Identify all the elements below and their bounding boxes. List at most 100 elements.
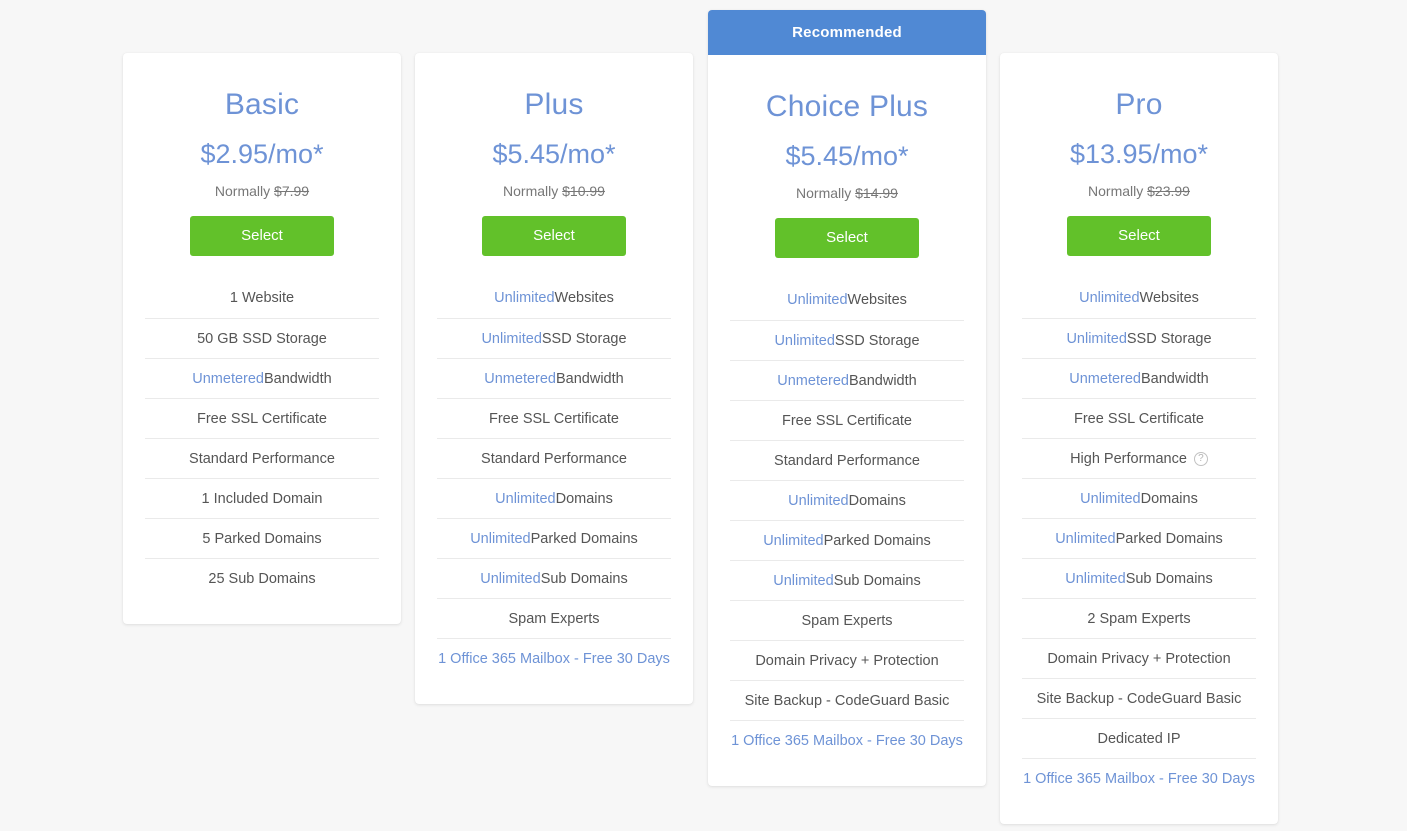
feature-link-row[interactable]: 1 Office 365 Mailbox - Free 30 Days (437, 638, 671, 678)
feature-row: Standard Performance (145, 438, 379, 478)
feature-label: Free SSL Certificate (1073, 410, 1204, 427)
feature-row: Unlimited Sub Domains (437, 558, 671, 598)
feature-row: Unlimited Sub Domains (730, 560, 964, 600)
feature-label: 1 Office 365 Mailbox - Free 30 Days (438, 650, 670, 667)
pricing-card-choice-plus: Recommended Choice Plus $5.45/mo* Normal… (708, 10, 986, 786)
feature-label: Sub Domains (540, 570, 628, 587)
feature-row: Unlimited Websites (730, 280, 964, 320)
feature-label: Bandwidth (556, 370, 624, 387)
normally-price: $10.99 (562, 183, 605, 199)
feature-row: Unlimited SSD Storage (730, 320, 964, 360)
help-icon[interactable]: ? (1193, 451, 1208, 466)
feature-row: High Performance? (1022, 438, 1256, 478)
feature-highlight: Unlimited (470, 530, 531, 547)
feature-label: Dedicated IP (1097, 730, 1181, 747)
pricing-table: Basic $2.95/mo* Normally $7.99 Select 1 … (0, 0, 1407, 831)
feature-row: Dedicated IP (1022, 718, 1256, 758)
feature-link-row[interactable]: 1 Office 365 Mailbox - Free 30 Days (1022, 758, 1256, 798)
select-button[interactable]: Select (482, 216, 626, 256)
feature-highlight: Unlimited (788, 492, 849, 509)
feature-label: 50 GB SSD Storage (197, 330, 327, 347)
select-button[interactable]: Select (775, 218, 919, 258)
feature-row: Domain Privacy + Protection (730, 640, 964, 680)
feature-row: 1 Website (145, 278, 379, 318)
feature-label: Standard Performance (189, 450, 335, 467)
card-header: Plus $5.45/mo* Normally $10.99 (415, 53, 693, 200)
feature-label: High Performance (1070, 450, 1187, 467)
feature-highlight: Unmetered (1069, 370, 1141, 387)
plan-name: Plus (524, 88, 584, 121)
select-button-wrap: Select (708, 218, 986, 280)
feature-label: 1 Website (229, 290, 295, 306)
feature-row: Site Backup - CodeGuard Basic (1022, 678, 1256, 718)
feature-highlight: Unlimited (774, 332, 835, 349)
feature-label: 1 Included Domain (201, 490, 323, 507)
feature-row: Unlimited SSD Storage (437, 318, 671, 358)
feature-row: Unlimited SSD Storage (1022, 318, 1256, 358)
plan-normal-price: Normally $23.99 (1000, 182, 1278, 200)
feature-highlight: Unlimited (1079, 290, 1140, 306)
feature-row: Standard Performance (437, 438, 671, 478)
normally-price: $23.99 (1147, 183, 1190, 199)
select-button[interactable]: Select (1067, 216, 1211, 256)
feature-row: 2 Spam Experts (1022, 598, 1256, 638)
feature-label: 25 Sub Domains (208, 570, 316, 587)
feature-row: Unmetered Bandwidth (1022, 358, 1256, 398)
feature-highlight: Unlimited (1066, 330, 1127, 347)
feature-label: Websites (554, 290, 614, 306)
feature-label: Site Backup - CodeGuard Basic (744, 692, 950, 709)
feature-label: Domains (555, 490, 613, 507)
normally-label: Normally (503, 183, 559, 199)
feature-row: Site Backup - CodeGuard Basic (730, 680, 964, 720)
feature-row: Spam Experts (437, 598, 671, 638)
feature-label: 5 Parked Domains (202, 530, 322, 547)
feature-label: Spam Experts (801, 612, 893, 629)
recommended-banner: Recommended (708, 10, 986, 55)
feature-row: Free SSL Certificate (145, 398, 379, 438)
feature-label: Websites (847, 292, 907, 308)
feature-list: Unlimited Websites Unlimited SSD Storage U… (415, 278, 693, 704)
card-header: Choice Plus $5.45/mo* Normally $14.99 (708, 55, 986, 202)
feature-label: Parked Domains (823, 532, 931, 549)
feature-label: Bandwidth (264, 370, 332, 387)
normally-label: Normally (214, 183, 271, 199)
feature-list: 1 Website 50 GB SSD Storage Unmetered Band… (123, 278, 401, 624)
feature-row: Free SSL Certificate (437, 398, 671, 438)
feature-row: 25 Sub Domains (145, 558, 379, 598)
card-header: Basic $2.95/mo* Normally $7.99 (123, 53, 401, 200)
feature-label: 2 Spam Experts (1087, 610, 1191, 627)
feature-highlight: Unlimited (495, 490, 556, 507)
select-button-wrap: Select (415, 216, 693, 278)
feature-row: Free SSL Certificate (730, 400, 964, 440)
feature-label: Standard Performance (774, 452, 920, 469)
plan-name: Pro (1115, 88, 1163, 121)
card-header: Pro $13.95/mo* Normally $23.99 (1000, 53, 1278, 200)
feature-row: Unlimited Parked Domains (1022, 518, 1256, 558)
feature-link-row[interactable]: 1 Office 365 Mailbox - Free 30 Days (730, 720, 964, 760)
feature-highlight: Unlimited (1055, 530, 1116, 547)
feature-label: SSD Storage (541, 330, 627, 347)
feature-row: Unlimited Domains (730, 480, 964, 520)
feature-row: Unlimited Parked Domains (730, 520, 964, 560)
pricing-card-plus: Plus $5.45/mo* Normally $10.99 Select Un… (415, 53, 693, 704)
feature-label: Domain Privacy + Protection (1047, 650, 1231, 667)
feature-label: Sub Domains (833, 572, 921, 589)
feature-label: Sub Domains (1125, 570, 1213, 587)
feature-label: Domain Privacy + Protection (755, 652, 939, 669)
feature-row: Unmetered Bandwidth (730, 360, 964, 400)
feature-label: 1 Office 365 Mailbox - Free 30 Days (731, 732, 963, 749)
feature-row: Unlimited Domains (1022, 478, 1256, 518)
feature-highlight: Unmetered (484, 370, 556, 387)
feature-highlight: Unlimited (773, 572, 834, 589)
feature-row: Spam Experts (730, 600, 964, 640)
select-button[interactable]: Select (190, 216, 334, 256)
plan-normal-price: Normally $10.99 (415, 182, 693, 200)
normally-price: $7.99 (274, 183, 310, 199)
feature-highlight: Unlimited (787, 292, 848, 308)
feature-label: Site Backup - CodeGuard Basic (1036, 690, 1242, 707)
feature-highlight: Unlimited (480, 570, 541, 587)
plan-price: $5.45/mo* (492, 139, 616, 169)
feature-label: Standard Performance (481, 450, 627, 467)
feature-label: Domains (848, 492, 906, 509)
feature-label: Parked Domains (530, 530, 638, 547)
